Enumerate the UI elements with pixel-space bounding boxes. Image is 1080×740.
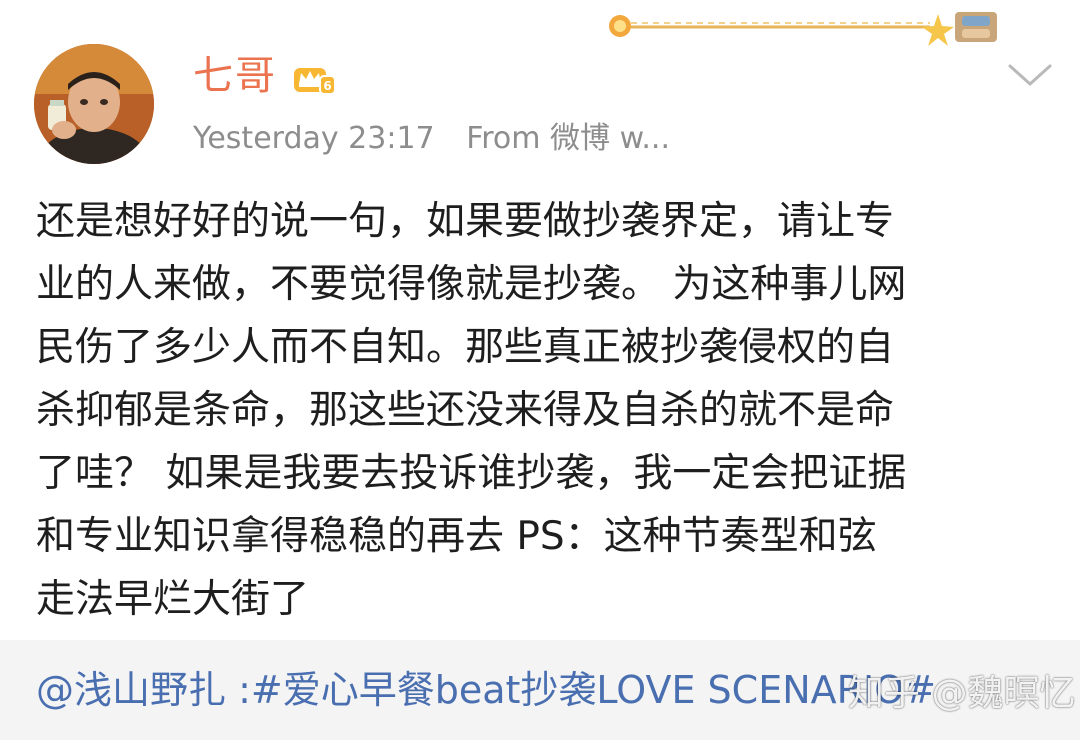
post-meta: Yesterday 23:17 From 微博 w... [193,118,670,160]
avatar[interactable] [34,44,154,164]
repost-link[interactable]: @浅山野扎 :#爱心早餐beat抄袭LOVE SCENARIO# [36,666,936,714]
svg-text:6: 6 [323,79,331,93]
post-source[interactable]: From 微博 w... [466,121,670,156]
watermark: 知乎 @魏暝忆 [848,673,1076,714]
username[interactable]: 七哥 [193,52,277,100]
post-time: Yesterday 23:17 [193,121,435,156]
vip-crown-icon: 6 [294,68,336,95]
post-body: 还是想好好的说一句，如果要做抄袭界定，请让专 业的人来做，不要觉得像就是抄袭。 … [36,199,907,622]
weibo-post-card: 七哥 6 Yesterday 23:17 From 微博 w... 还是想好好的… [0,0,1080,740]
chevron-down-icon[interactable] [1000,50,1060,100]
card-decoration [609,12,997,46]
